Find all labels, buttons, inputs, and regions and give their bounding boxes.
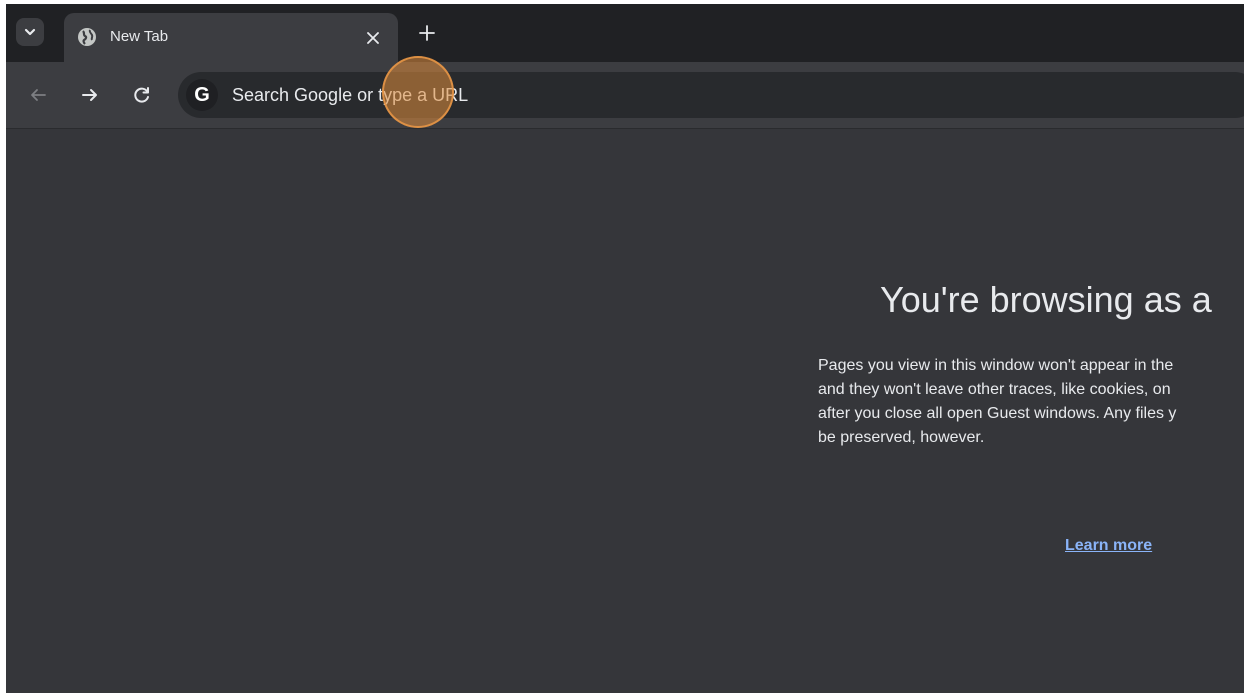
new-tab-button[interactable] [414,20,440,46]
description-line: after you close all open Guest windows. … [818,405,1177,422]
google-icon: G [186,79,218,111]
toolbar: G Search Google or type a URL [6,62,1244,129]
description-line: and they won't leave other traces, like … [818,381,1171,398]
arrow-right-icon [82,89,97,101]
learn-more-link[interactable]: Learn more [1065,537,1152,555]
globe-icon [78,28,96,46]
arrow-left-icon [31,89,46,101]
close-tab-button[interactable] [362,27,384,49]
page-heading: You're browsing as a [880,279,1212,320]
chevron-down-icon [24,28,36,36]
browser-window: New Tab G Search Google or type a URL Yo… [6,4,1244,693]
address-bar[interactable]: G Search Google or type a URL [178,72,1244,118]
close-icon [367,32,379,44]
forward-button[interactable] [78,83,102,107]
tab-title: New Tab [110,28,169,45]
back-button[interactable] [26,83,50,107]
description-line: be preserved, however. [818,429,985,446]
plus-icon [419,25,435,41]
guest-description: Pages you view in this window won't appe… [818,354,1244,450]
description-line: Pages you view in this window won't appe… [818,357,1174,374]
click-indicator [382,56,454,128]
tab-new-tab[interactable]: New Tab [64,13,398,62]
tab-search-button[interactable] [16,18,44,46]
reload-button[interactable] [130,83,154,107]
guest-new-tab-page: You're browsing as a Pages you view in t… [6,129,1244,693]
tab-strip: New Tab [6,4,1244,62]
reload-icon [134,87,149,103]
